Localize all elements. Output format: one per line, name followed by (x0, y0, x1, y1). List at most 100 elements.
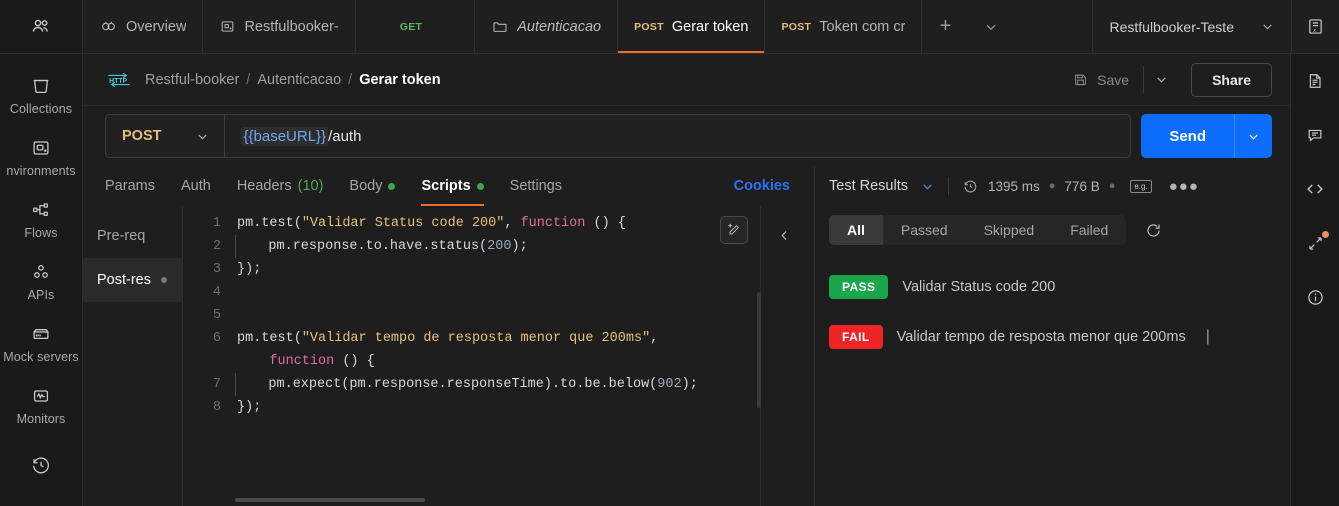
main-area: Overview Restfulbooker- GET (83, 0, 1339, 506)
code-token: pm.test( (237, 216, 302, 231)
sidebar-item-apis[interactable]: APIs (0, 250, 82, 312)
notification-dot (1322, 231, 1329, 238)
sidebar-label-monitors: Monitors (17, 412, 66, 426)
sidebar-item-mock-servers[interactable]: Mock servers (0, 312, 82, 374)
http-method-selector[interactable]: POST (106, 115, 225, 157)
sidebar-item-history[interactable] (0, 436, 82, 498)
environment-selector[interactable]: Restfulbooker-Teste (1093, 19, 1291, 35)
tab-method-post: POST (634, 21, 664, 33)
chevron-down-icon[interactable] (920, 179, 935, 194)
code-token: () { (585, 216, 626, 231)
test-results-list: PASS Validar Status code 200 FAIL Valida… (815, 254, 1290, 506)
editor-vertical-scrollbar[interactable] (757, 292, 761, 408)
sidebar-label-collections: Collections (10, 102, 72, 116)
test-result-row: PASS Validar Status code 200 (829, 262, 1276, 312)
flows-icon (30, 199, 52, 221)
sidebar-item-collections[interactable]: Collections (0, 64, 82, 126)
tab-label-auth: Auth (181, 178, 211, 194)
url-input[interactable]: {{baseURL}} /auth (225, 127, 377, 146)
line-number: 5 (183, 304, 235, 327)
send-button[interactable]: Send (1141, 114, 1234, 158)
code-line: 1pm.test("Validar Status code 200", func… (183, 212, 760, 235)
breadcrumb: Restful-booker / Autenticacao / Gerar to… (145, 72, 441, 88)
tab-params[interactable]: Params (105, 166, 168, 206)
code-line-text: }); (235, 396, 760, 419)
sidebar-item-monitors[interactable]: Monitors (0, 374, 82, 436)
clock-history-icon[interactable] (962, 178, 979, 195)
tab-overview[interactable]: Overview (83, 0, 203, 53)
sidebar-label-apis: APIs (28, 288, 55, 302)
environment-quick-look-icon[interactable]: x (1291, 0, 1339, 54)
code-line: 7 pm.expect(pm.response.responseTime).to… (183, 373, 760, 396)
code-token: pm.response.to.have.status( (236, 239, 487, 254)
code-token: function (269, 354, 334, 369)
chevron-down-icon (195, 129, 210, 144)
chevron-down-icon[interactable] (968, 0, 1014, 53)
tab-token-com-credenciais[interactable]: POST Token com cr (765, 0, 922, 53)
editor-horizontal-scrollbar[interactable] (235, 498, 425, 502)
filter-failed[interactable]: Failed (1052, 215, 1126, 245)
tab-settings[interactable]: Settings (497, 166, 575, 206)
new-tab-button[interactable]: + (922, 0, 968, 53)
script-item-post-response[interactable]: Post-res (83, 258, 182, 302)
code-token: 902 (657, 377, 681, 392)
filter-all[interactable]: All (829, 215, 883, 245)
refresh-icon[interactable] (1144, 221, 1163, 240)
code-token: "Validar Status code 200" (302, 216, 505, 231)
script-item-pre-request[interactable]: Pre-req (83, 214, 182, 258)
sidebar-item-flows[interactable]: Flows (0, 188, 82, 250)
team-icon[interactable] (0, 0, 82, 54)
svg-text:x: x (1312, 28, 1316, 34)
save-options-chevron-down-icon[interactable] (1143, 66, 1179, 93)
sidebar-item-environments[interactable]: nvironments (0, 126, 82, 188)
apis-icon (30, 261, 52, 283)
tab-label-settings: Settings (510, 178, 562, 194)
filter-skipped[interactable]: Skipped (966, 215, 1053, 245)
body-modified-dot (388, 183, 395, 190)
code-line: 8}); (183, 396, 760, 419)
environment-tab-icon (219, 18, 236, 35)
svg-text:HTTP: HTTP (109, 77, 127, 84)
tab-gerar-token[interactable]: POST Gerar token (618, 0, 765, 53)
code-line-text: pm.test("Validar Status code 200", funct… (235, 212, 760, 235)
filter-passed[interactable]: Passed (883, 215, 966, 245)
tab-bar-right: Restfulbooker-Teste x (1092, 0, 1339, 53)
comments-icon[interactable] (1291, 108, 1339, 162)
save-as-example-icon[interactable]: e.g. (1130, 180, 1151, 193)
url-row: POST {{baseURL}} /auth Send (83, 106, 1290, 166)
scripts-modified-dot (477, 183, 484, 190)
code-token: , (504, 216, 520, 231)
editor-side-gutter (760, 206, 814, 506)
folder-icon (491, 18, 509, 36)
line-number: 8 (183, 396, 235, 419)
breadcrumb-item-collection[interactable]: Restful-booker (145, 72, 239, 88)
save-button[interactable]: Save (1062, 64, 1139, 95)
tab-get-request[interactable]: GET (356, 0, 476, 53)
tab-method-get: GET (400, 21, 423, 33)
breadcrumb-item-folder[interactable]: Autenticacao (257, 72, 341, 88)
code-line: 4 (183, 281, 760, 304)
line-number: 1 (183, 212, 235, 235)
code-token: , (650, 331, 658, 346)
tab-autenticacao[interactable]: Autenticacao (475, 0, 618, 53)
sidebar-label-mock-servers: Mock servers (3, 350, 79, 364)
tab-body[interactable]: Body (336, 166, 408, 206)
expand-collapse-icon[interactable] (1291, 216, 1339, 270)
code-editor[interactable]: 1pm.test("Validar Status code 200", func… (183, 206, 760, 506)
cookies-link[interactable]: Cookies (734, 178, 798, 194)
script-label-post-response: Post-res (97, 272, 151, 288)
code-snippet-icon[interactable] (1291, 162, 1339, 216)
tab-auth[interactable]: Auth (168, 166, 224, 206)
chevron-left-icon[interactable] (777, 228, 792, 243)
share-button[interactable]: Share (1191, 63, 1272, 97)
breadcrumb-separator-1: / (246, 72, 250, 88)
tab-scripts[interactable]: Scripts (408, 166, 496, 206)
send-options-chevron-down-icon[interactable] (1234, 114, 1272, 158)
request-pane: Params Auth Headers (10) Body (83, 166, 815, 506)
more-horizontal-icon[interactable]: ●●● (1169, 178, 1199, 195)
info-icon[interactable] (1291, 270, 1339, 324)
tab-restfulbooker-env[interactable]: Restfulbooker- (203, 0, 355, 53)
magic-wand-icon[interactable] (720, 216, 748, 244)
documentation-icon[interactable] (1291, 54, 1339, 108)
tab-headers[interactable]: Headers (10) (224, 166, 337, 206)
